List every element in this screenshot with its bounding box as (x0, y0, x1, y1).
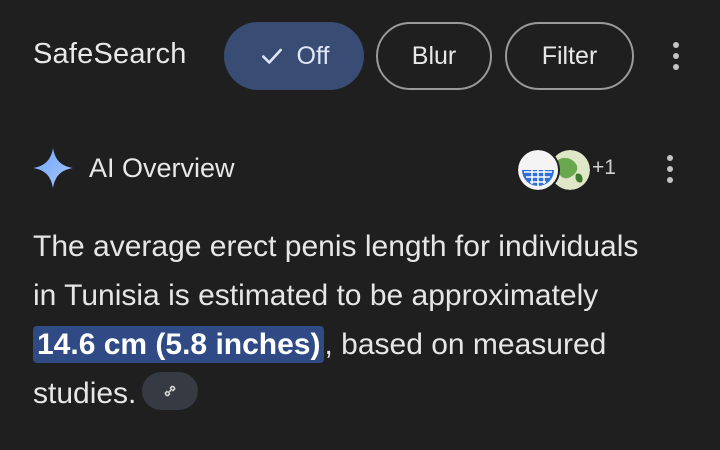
safesearch-off-label: Off (296, 41, 330, 70)
ai-overview-header: AI Overview +1 (0, 140, 720, 200)
source-globe-icon[interactable] (516, 148, 560, 192)
check-icon (261, 48, 282, 64)
sources-extra-count: +1 (592, 156, 616, 179)
safesearch-filter-label: Filter (541, 41, 598, 70)
ai-text-line: , based on measured (324, 328, 607, 361)
safesearch-filter-chip[interactable]: Filter (505, 22, 634, 90)
safesearch-off-chip[interactable]: Off (224, 22, 364, 90)
ai-text-line: in Tunisia is estimated to be approximat… (33, 279, 599, 312)
safesearch-bar: SafeSearch Off Blur Filter (0, 0, 720, 112)
safesearch-title: SafeSearch (33, 38, 187, 70)
source-icons[interactable]: +1 (516, 148, 636, 192)
ai-overview-title: AI Overview (89, 153, 235, 183)
ai-overview-text: The average erect penis length for indiv… (33, 222, 703, 418)
more-vert-icon[interactable] (672, 42, 680, 70)
sparkle-icon (33, 148, 73, 188)
safesearch-blur-chip[interactable]: Blur (376, 22, 492, 90)
highlighted-answer: 14.6 cm (5.8 inches) (33, 326, 325, 363)
source-link-button[interactable] (142, 372, 199, 411)
ai-text-line: studies. (33, 377, 137, 410)
link-icon (164, 385, 176, 397)
safesearch-blur-label: Blur (411, 41, 457, 70)
more-vert-icon[interactable] (666, 155, 674, 183)
ai-text-line: The average erect penis length for indiv… (33, 230, 639, 263)
